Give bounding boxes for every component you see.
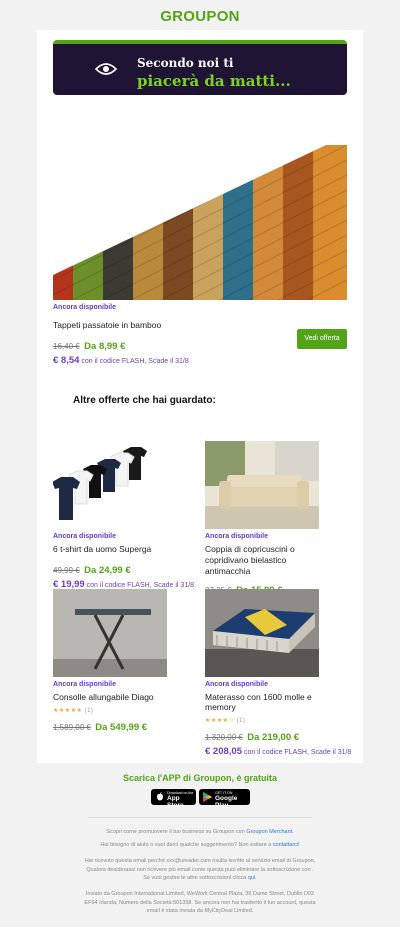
code-price: € 208,05 xyxy=(205,746,242,757)
subscription-info: Hai ricevuto questa email perché xxx@ure… xyxy=(84,858,316,881)
rating-stars: ★★★★☆ (1) xyxy=(205,718,246,724)
offer-card: Ancora disponibile 6 t-shirt da uomo Sup… xyxy=(53,441,194,590)
price: Da 8,99 € xyxy=(84,341,126,352)
eye-icon xyxy=(95,63,117,75)
old-price: 49,99 € xyxy=(53,566,80,575)
section-title: Altre offerte che hai guardato: xyxy=(73,395,216,406)
hero-line-1: Secondo noi ti xyxy=(137,56,234,70)
app-download-title: Scarica l'APP di Groupon, è gratuita xyxy=(122,773,277,783)
merchant-line: Scopri come promuovere il tuo business s… xyxy=(106,829,294,835)
bamboo-rugs-image[interactable] xyxy=(53,145,347,300)
price: Da 219,00 € xyxy=(247,732,300,743)
app-store-badge[interactable]: Download on the App Store xyxy=(151,789,196,809)
old-price: 1.320,00 € xyxy=(205,733,243,742)
offer-title[interactable]: Materasso con 1600 molle e memory xyxy=(205,692,319,712)
price: Da 549,99 € xyxy=(95,722,148,733)
code-price: € 8,54 xyxy=(53,355,80,366)
offer-title[interactable]: 6 t-shirt da uomo Superga xyxy=(53,544,167,554)
apple-icon xyxy=(157,792,163,801)
hero-banner: Secondo noi ti piacerà da matti... xyxy=(53,40,347,95)
sofa-image[interactable] xyxy=(205,441,319,529)
old-price: 16,40 € xyxy=(53,342,80,351)
console-table-image[interactable] xyxy=(53,589,167,677)
old-price: 1.589,00 € xyxy=(53,723,91,732)
manage-subscriptions-link[interactable]: qui xyxy=(248,875,255,881)
offer-title[interactable]: Consolle allungabile Diago xyxy=(53,692,167,702)
availability-label: Ancora disponibile xyxy=(53,681,117,688)
offer-card: Ancora disponibile Consolle allungabile … xyxy=(53,589,167,735)
help-line: Hai bisogno di aiuto o vuoi darci qualch… xyxy=(100,842,300,848)
contact-link[interactable]: contattarci! xyxy=(273,842,300,848)
availability-label: Ancora disponibile xyxy=(53,533,117,540)
legal-info: Inviato da Groupon International Limited… xyxy=(84,891,316,914)
email-card: Secondo noi ti piacerà da matti... Ancor… xyxy=(37,30,363,763)
merchant-link[interactable]: Groupon Merchant xyxy=(246,829,292,835)
availability-label: Ancora disponibile xyxy=(205,681,269,688)
offer-card: Ancora disponibile Materasso con 1600 mo… xyxy=(205,589,351,757)
tshirts-image[interactable] xyxy=(53,441,167,529)
availability-label: Ancora disponibile xyxy=(205,533,269,540)
offer-card: Ancora disponibile Coppia di copricuscin… xyxy=(205,441,319,598)
view-offer-button[interactable]: Vedi offerta xyxy=(297,329,347,349)
code-text: con il codice FLASH, Scade il 31/8 xyxy=(81,358,189,365)
price: Da 24,99 € xyxy=(84,565,131,576)
groupon-logo[interactable]: GROUPON xyxy=(0,8,400,25)
code-text: con il codice FLASH, Scade il 31/8 xyxy=(86,582,195,589)
rating-stars: ★★★★★ (1) xyxy=(53,708,94,714)
offer-title[interactable]: Coppia di copricuscini o copridivano bie… xyxy=(205,544,319,577)
google-play-icon xyxy=(203,792,212,802)
code-text: con il codice FLASH, Scade il 31/8 xyxy=(243,749,352,756)
footer-divider xyxy=(88,817,312,818)
mattress-image[interactable] xyxy=(205,589,319,677)
availability-label: Ancora disponibile xyxy=(53,304,117,311)
hero-line-2: piacerà da matti... xyxy=(137,72,291,90)
google-play-badge[interactable]: GET IT ON Google Play xyxy=(199,789,250,809)
